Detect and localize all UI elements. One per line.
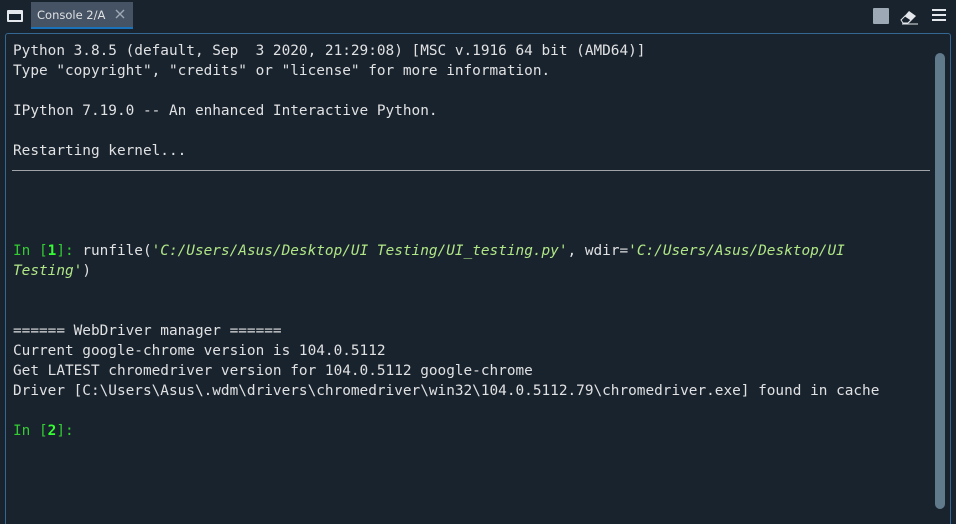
prompt-suffix: ]: [56,243,83,259]
tab-label: Console 2/A [37,8,106,22]
code-wdir: , wdir= [567,243,629,259]
close-icon[interactable] [113,7,127,21]
hamburger-menu-icon[interactable] [932,9,946,23]
code-wdir-string: 'C:/Users/Asus/Desktop/UI [628,243,845,259]
prompt-suffix: ]: [56,423,74,439]
prompt-prefix: In [ [13,423,48,439]
input-cell-2[interactable]: In [2]: [13,421,74,441]
output-line: Get LATEST chromedriver version for 104.… [13,363,533,379]
code-path-string: 'C:/Users/Asus/Desktop/UI Testing/UI_tes… [151,243,568,259]
banner-line-info: Type "copyright", "credits" or "license"… [13,63,551,79]
banner-line-python-version: Python 3.8.5 (default, Sep 3 2020, 21:29… [13,43,646,59]
restart-message: Restarting kernel... [13,143,187,159]
stop-icon[interactable] [873,8,889,24]
input-cell-1: In [1]: runfile('C:/Users/Asus/Desktop/U… [13,241,845,261]
eraser-icon[interactable] [898,7,920,25]
ipython-console[interactable]: Python 3.8.5 (default, Sep 3 2020, 21:29… [5,33,951,524]
banner-line-ipython: IPython 7.19.0 -- An enhanced Interactiv… [13,103,438,119]
code-runfile: runfile( [82,243,152,259]
input-cell-1-continuation: Testing') [13,261,91,281]
vertical-scrollbar-thumb[interactable] [935,53,945,509]
output-line: Current google-chrome version is 104.0.5… [13,343,386,359]
tab-console-2a[interactable]: Console 2/A [31,2,133,29]
prompt-prefix: In [ [13,243,48,259]
code-close-paren: ) [82,263,91,279]
kernel-restart-separator [12,170,930,171]
code-wdir-string-cont: Testing' [13,263,83,279]
window-icon[interactable] [7,10,23,22]
console-tab-bar: Console 2/A [0,0,956,33]
output-line: Driver [C:\Users\Asus\.wdm\drivers\chrom… [13,383,880,399]
output-line: ====== WebDriver manager ====== [13,323,282,339]
